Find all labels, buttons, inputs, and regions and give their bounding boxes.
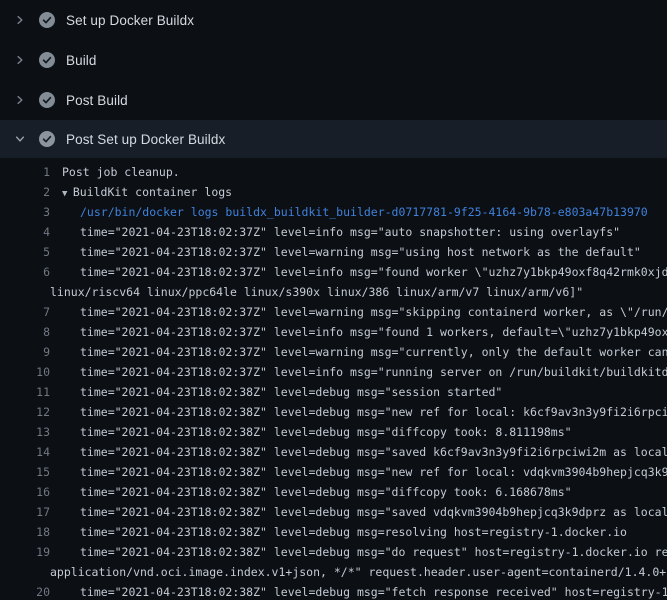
step-header-post-set-up-docker-buildx[interactable]: Post Set up Docker Buildx bbox=[0, 120, 667, 158]
step-label: Build bbox=[66, 53, 97, 68]
line-number[interactable]: 5 bbox=[0, 242, 50, 262]
log-text: time="2021-04-23T18:02:38Z" level=debug … bbox=[80, 542, 667, 562]
step-header-set-up-docker-buildx[interactable]: Set up Docker Buildx bbox=[0, 0, 667, 40]
line-number[interactable]: 4 bbox=[0, 222, 50, 242]
log-row: 15 time="2021-04-23T18:02:38Z" level=debu… bbox=[0, 462, 667, 482]
line-number[interactable]: 20 bbox=[0, 582, 50, 600]
group-toggle-arrow-icon[interactable]: ▼ bbox=[62, 189, 73, 199]
log-text: time="2021-04-23T18:02:37Z" level=info m… bbox=[80, 262, 667, 282]
line-number[interactable]: 3 bbox=[0, 202, 50, 222]
log-command-text: /usr/bin/docker logs buildx_buildkit_bui… bbox=[80, 202, 648, 222]
check-circle-icon bbox=[39, 12, 55, 28]
log-row: 17 time="2021-04-23T18:02:38Z" level=debu… bbox=[0, 502, 667, 522]
log-row: 3/usr/bin/docker logs buildx_buildkit_bu… bbox=[0, 202, 667, 222]
line-number[interactable]: 7 bbox=[0, 302, 50, 322]
log-row: linux/riscv64 linux/ppc64le linux/s390x … bbox=[0, 282, 667, 302]
log-text: time="2021-04-23T18:02:37Z" level=info m… bbox=[80, 362, 667, 382]
log-text: time="2021-04-23T18:02:38Z" level=debug … bbox=[80, 582, 667, 600]
log-text: time="2021-04-23T18:02:38Z" level=debug … bbox=[80, 422, 572, 442]
line-number[interactable]: 16 bbox=[0, 482, 50, 502]
line-number[interactable]: 15 bbox=[0, 462, 50, 482]
step-label: Post Set up Docker Buildx bbox=[66, 132, 225, 147]
line-number[interactable]: 2 bbox=[0, 182, 50, 202]
line-number bbox=[0, 562, 50, 582]
line-number[interactable]: 13 bbox=[0, 422, 50, 442]
chevron-down-icon bbox=[12, 131, 28, 147]
log-text: time="2021-04-23T18:02:37Z" level=info m… bbox=[80, 322, 667, 342]
log-row: 9 time="2021-04-23T18:02:37Z" level=warni… bbox=[0, 342, 667, 362]
line-number[interactable]: 18 bbox=[0, 522, 50, 542]
log-text: application/vnd.oci.image.index.v1+json,… bbox=[50, 562, 667, 582]
log-row: 6 time="2021-04-23T18:02:37Z" level=info … bbox=[0, 262, 667, 282]
chevron-right-icon bbox=[12, 12, 28, 28]
log-row: 5 time="2021-04-23T18:02:37Z" level=warni… bbox=[0, 242, 667, 262]
line-number bbox=[0, 282, 50, 302]
line-number[interactable]: 10 bbox=[0, 362, 50, 382]
step-header-build[interactable]: Build bbox=[0, 40, 667, 80]
step-label: Post Build bbox=[66, 93, 128, 108]
log-row: 4 time="2021-04-23T18:02:37Z" level=info … bbox=[0, 222, 667, 242]
chevron-right-icon bbox=[12, 92, 28, 108]
log-row: 10 time="2021-04-23T18:02:37Z" level=info… bbox=[0, 362, 667, 382]
log-text: time="2021-04-23T18:02:38Z" level=debug … bbox=[80, 382, 502, 402]
log-row: 1 Post job cleanup. bbox=[0, 162, 667, 182]
log-text: time="2021-04-23T18:02:37Z" level=warnin… bbox=[80, 242, 641, 262]
log-row: 20 time="2021-04-23T18:02:38Z" level=debu… bbox=[0, 582, 667, 600]
log-row: 16 time="2021-04-23T18:02:38Z" level=debu… bbox=[0, 482, 667, 502]
log-text: time="2021-04-23T18:02:37Z" level=warnin… bbox=[80, 302, 667, 322]
log-text: time="2021-04-23T18:02:37Z" level=info m… bbox=[80, 222, 620, 242]
check-circle-icon bbox=[39, 92, 55, 108]
log-text: time="2021-04-23T18:02:37Z" level=warnin… bbox=[80, 342, 667, 362]
line-number[interactable]: 9 bbox=[0, 342, 50, 362]
log-row: 13 time="2021-04-23T18:02:38Z" level=debu… bbox=[0, 422, 667, 442]
log-row: 18 time="2021-04-23T18:02:38Z" level=debu… bbox=[0, 522, 667, 542]
log-area: 1 Post job cleanup. 2 ▼ BuildKit container … bbox=[0, 158, 667, 600]
chevron-right-icon bbox=[12, 52, 28, 68]
log-row: 14 time="2021-04-23T18:02:38Z" level=debu… bbox=[0, 442, 667, 462]
line-number[interactable]: 19 bbox=[0, 542, 50, 562]
check-circle-icon bbox=[39, 131, 55, 147]
check-circle-icon bbox=[39, 52, 55, 68]
log-text: Post job cleanup. bbox=[62, 162, 180, 182]
step-label: Set up Docker Buildx bbox=[66, 13, 194, 28]
log-text: time="2021-04-23T18:02:38Z" level=debug … bbox=[80, 502, 667, 522]
log-row: 19 time="2021-04-23T18:02:38Z" level=debu… bbox=[0, 542, 667, 562]
actions-log-viewer: Set up Docker Buildx Build Post Build Po… bbox=[0, 0, 667, 600]
log-row: 12 time="2021-04-23T18:02:38Z" level=debu… bbox=[0, 402, 667, 422]
line-number[interactable]: 14 bbox=[0, 442, 50, 462]
log-text: time="2021-04-23T18:02:38Z" level=debug … bbox=[80, 462, 667, 482]
line-number[interactable]: 11 bbox=[0, 382, 50, 402]
log-text: linux/riscv64 linux/ppc64le linux/s390x … bbox=[50, 282, 583, 302]
log-text: time="2021-04-23T18:02:38Z" level=debug … bbox=[80, 442, 667, 462]
log-text: time="2021-04-23T18:02:38Z" level=debug … bbox=[80, 482, 572, 502]
log-row: 7 time="2021-04-23T18:02:37Z" level=warni… bbox=[0, 302, 667, 322]
log-row: application/vnd.oci.image.index.v1+json,… bbox=[0, 562, 667, 582]
line-number[interactable]: 17 bbox=[0, 502, 50, 522]
line-number[interactable]: 1 bbox=[0, 162, 50, 182]
log-group-title[interactable]: ▼ BuildKit container logs bbox=[62, 182, 232, 202]
log-row: 2 ▼ BuildKit container logs bbox=[0, 182, 667, 202]
log-row: 8 time="2021-04-23T18:02:37Z" level=info … bbox=[0, 322, 667, 342]
log-text: time="2021-04-23T18:02:38Z" level=debug … bbox=[80, 522, 627, 542]
line-number[interactable]: 6 bbox=[0, 262, 50, 282]
line-number[interactable]: 12 bbox=[0, 402, 50, 422]
log-text: time="2021-04-23T18:02:38Z" level=debug … bbox=[80, 402, 667, 422]
step-header-post-build[interactable]: Post Build bbox=[0, 80, 667, 120]
line-number[interactable]: 8 bbox=[0, 322, 50, 342]
log-row: 11 time="2021-04-23T18:02:38Z" level=debu… bbox=[0, 382, 667, 402]
